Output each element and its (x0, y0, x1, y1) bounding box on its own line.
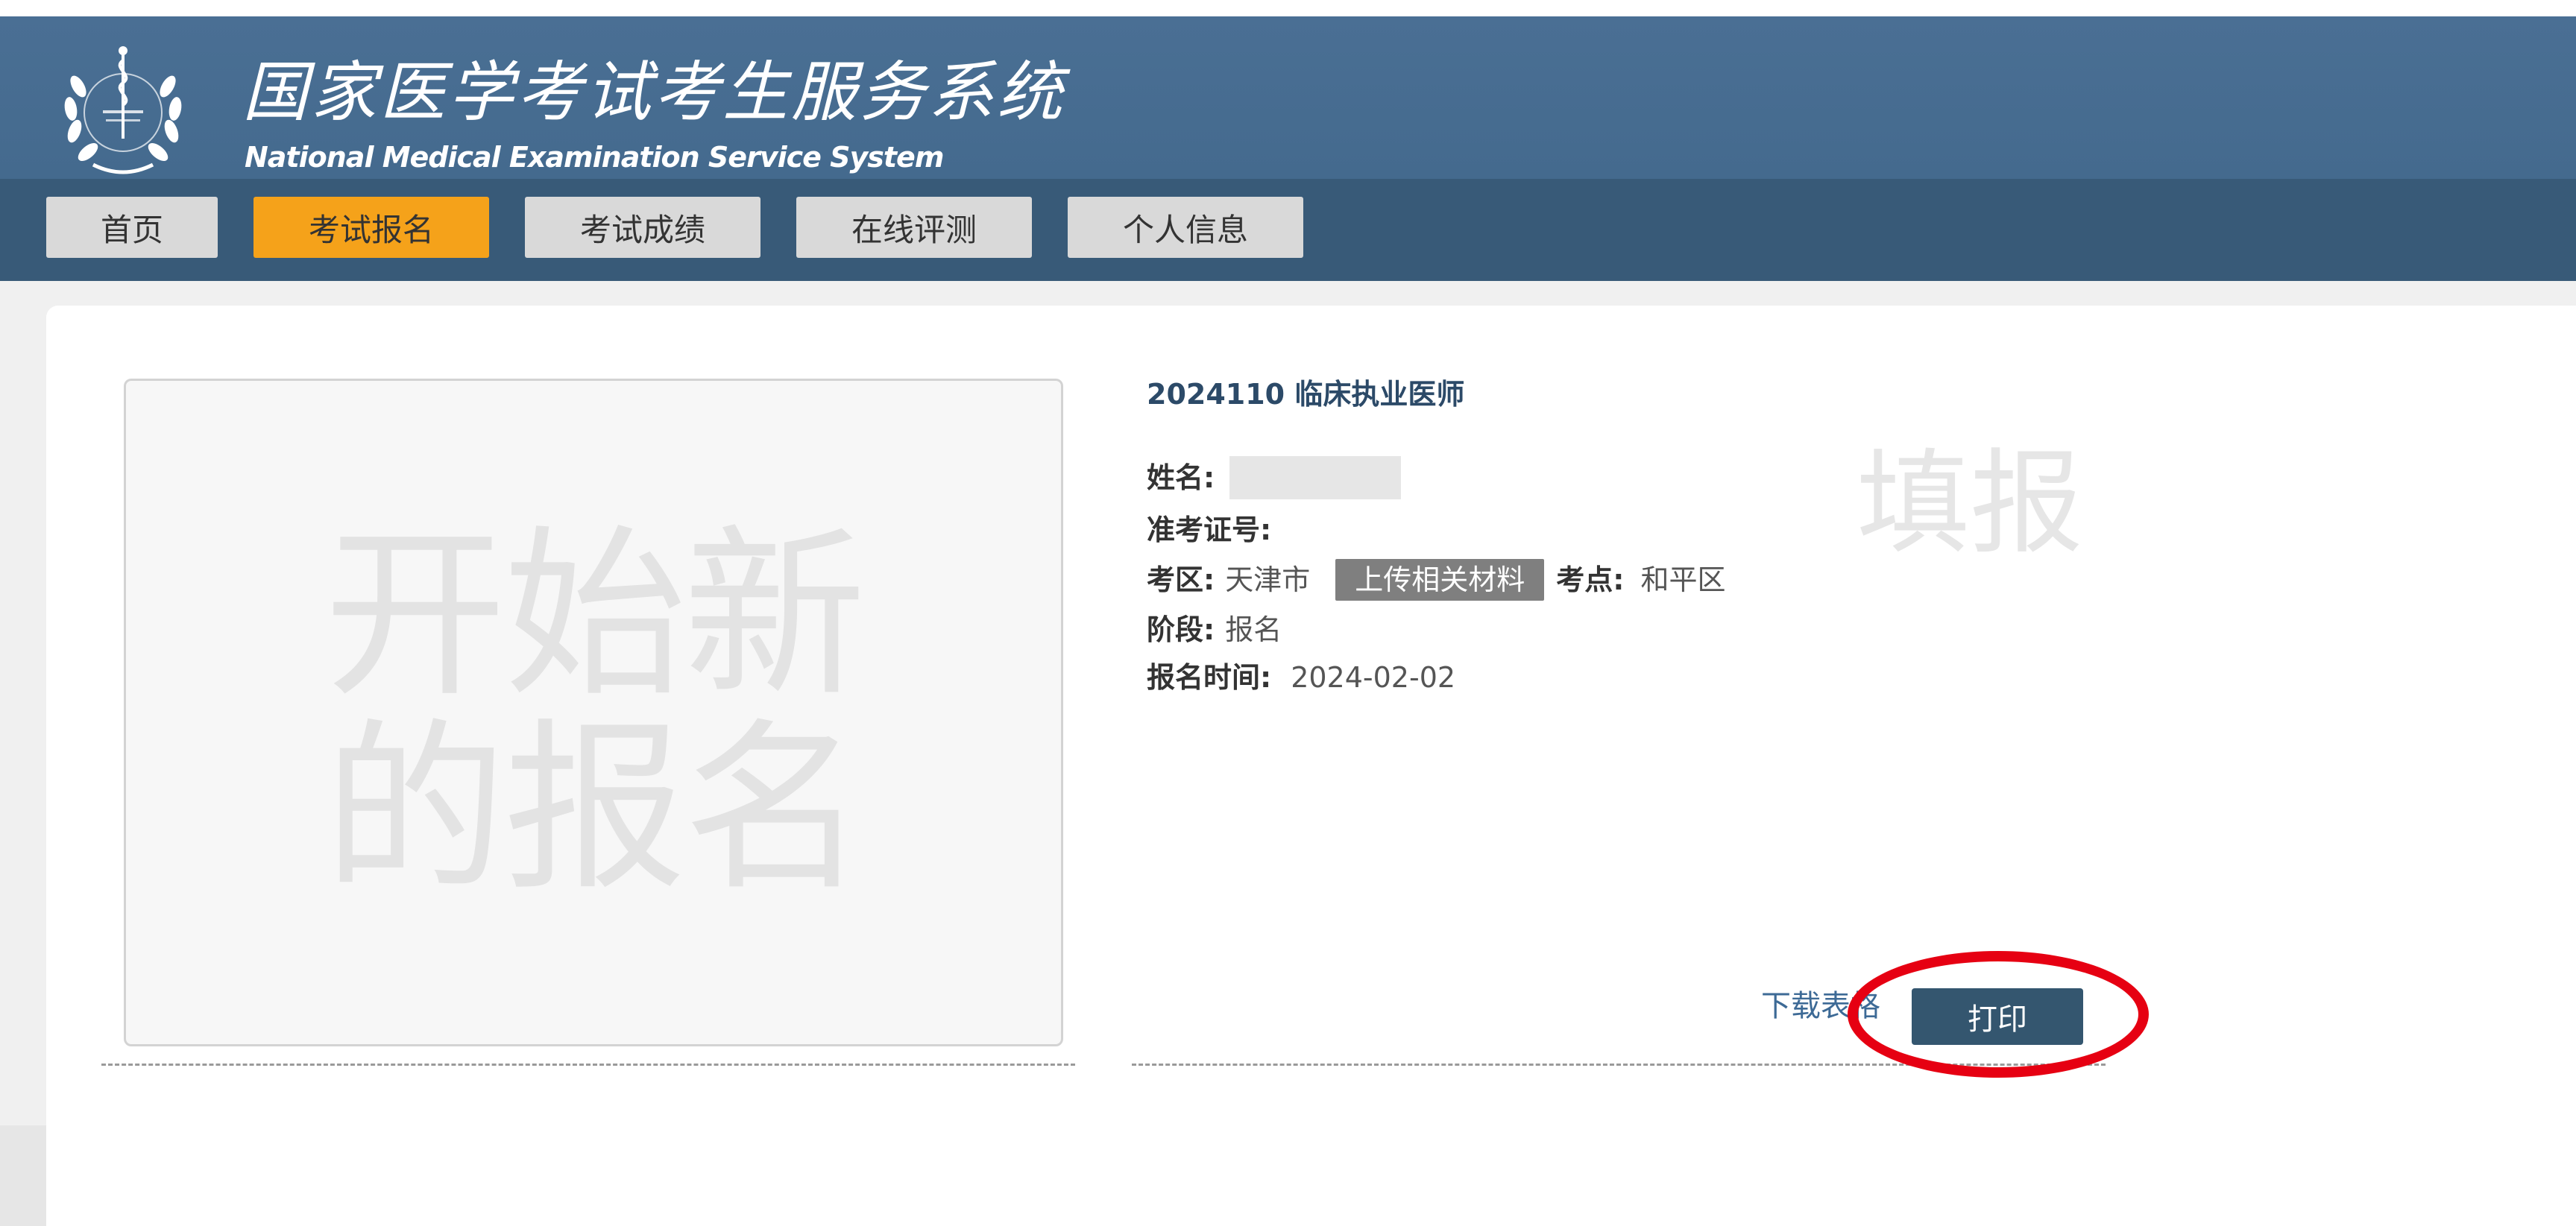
divider-right (1132, 1064, 2106, 1066)
stage-label: 阶段: (1147, 613, 1215, 646)
site-label: 考点: (1556, 563, 1625, 596)
name-label: 姓名: (1147, 461, 1215, 494)
tab-home[interactable]: 首页 (46, 197, 218, 258)
stage-value: 报名 (1225, 613, 1282, 646)
caduceus-laurel-emblem-icon (64, 46, 182, 174)
upload-materials-button[interactable]: 上传相关材料 (1335, 559, 1545, 601)
fill-in-watermark: 填报 (1857, 437, 2083, 569)
main-navigation: 首页 考试报名 考试成绩 在线评测 个人信息 (0, 179, 2576, 281)
region-label: 考区: (1147, 563, 1215, 596)
info-row-stage: 阶段: 报名 (1147, 616, 1282, 644)
info-row-name: 姓名: (1147, 456, 1402, 499)
site-header: 国家医学考试考生服务系统 National Medical Examinatio… (0, 16, 2576, 179)
info-row-ticket: 准考证号: (1147, 516, 1271, 544)
site-title-chinese: 国家医学考试考生服务系统 (242, 54, 1066, 130)
site-title-english: National Medical Examination Service Sys… (245, 141, 944, 174)
ticket-number-label: 准考证号: (1147, 514, 1272, 546)
site-value: 和平区 (1640, 563, 1726, 596)
new-registration-text-line1: 开始新 (324, 509, 866, 722)
region-value: 天津市 (1225, 563, 1311, 596)
left-edge-strip (0, 1125, 46, 1226)
download-form-link[interactable]: 下载表格 (1761, 991, 1880, 1021)
new-registration-card[interactable]: 开始新 的报名 (124, 379, 1063, 1046)
registration-time-value: 2024-02-02 (1291, 661, 1456, 694)
tab-personal-info[interactable]: 个人信息 (1068, 197, 1303, 258)
info-row-registration-time: 报名时间: 2024-02-02 (1147, 663, 1455, 692)
divider-left (101, 1064, 1075, 1066)
exam-title: 2024110 临床执业医师 (1147, 378, 1465, 411)
info-row-region: 考区: 天津市 上传相关材料 考点: 和平区 (1147, 559, 1725, 601)
tab-online-assessment[interactable]: 在线评测 (796, 197, 1032, 258)
print-button[interactable]: 打印 (1912, 988, 2083, 1045)
tab-exam-scores[interactable]: 考试成绩 (525, 197, 760, 258)
top-margin (0, 0, 2576, 16)
new-registration-text-line2: 的报名 (324, 703, 866, 915)
registration-time-label: 报名时间: (1147, 661, 1272, 694)
name-value-redacted (1229, 456, 1402, 499)
tab-exam-registration[interactable]: 考试报名 (253, 197, 489, 258)
